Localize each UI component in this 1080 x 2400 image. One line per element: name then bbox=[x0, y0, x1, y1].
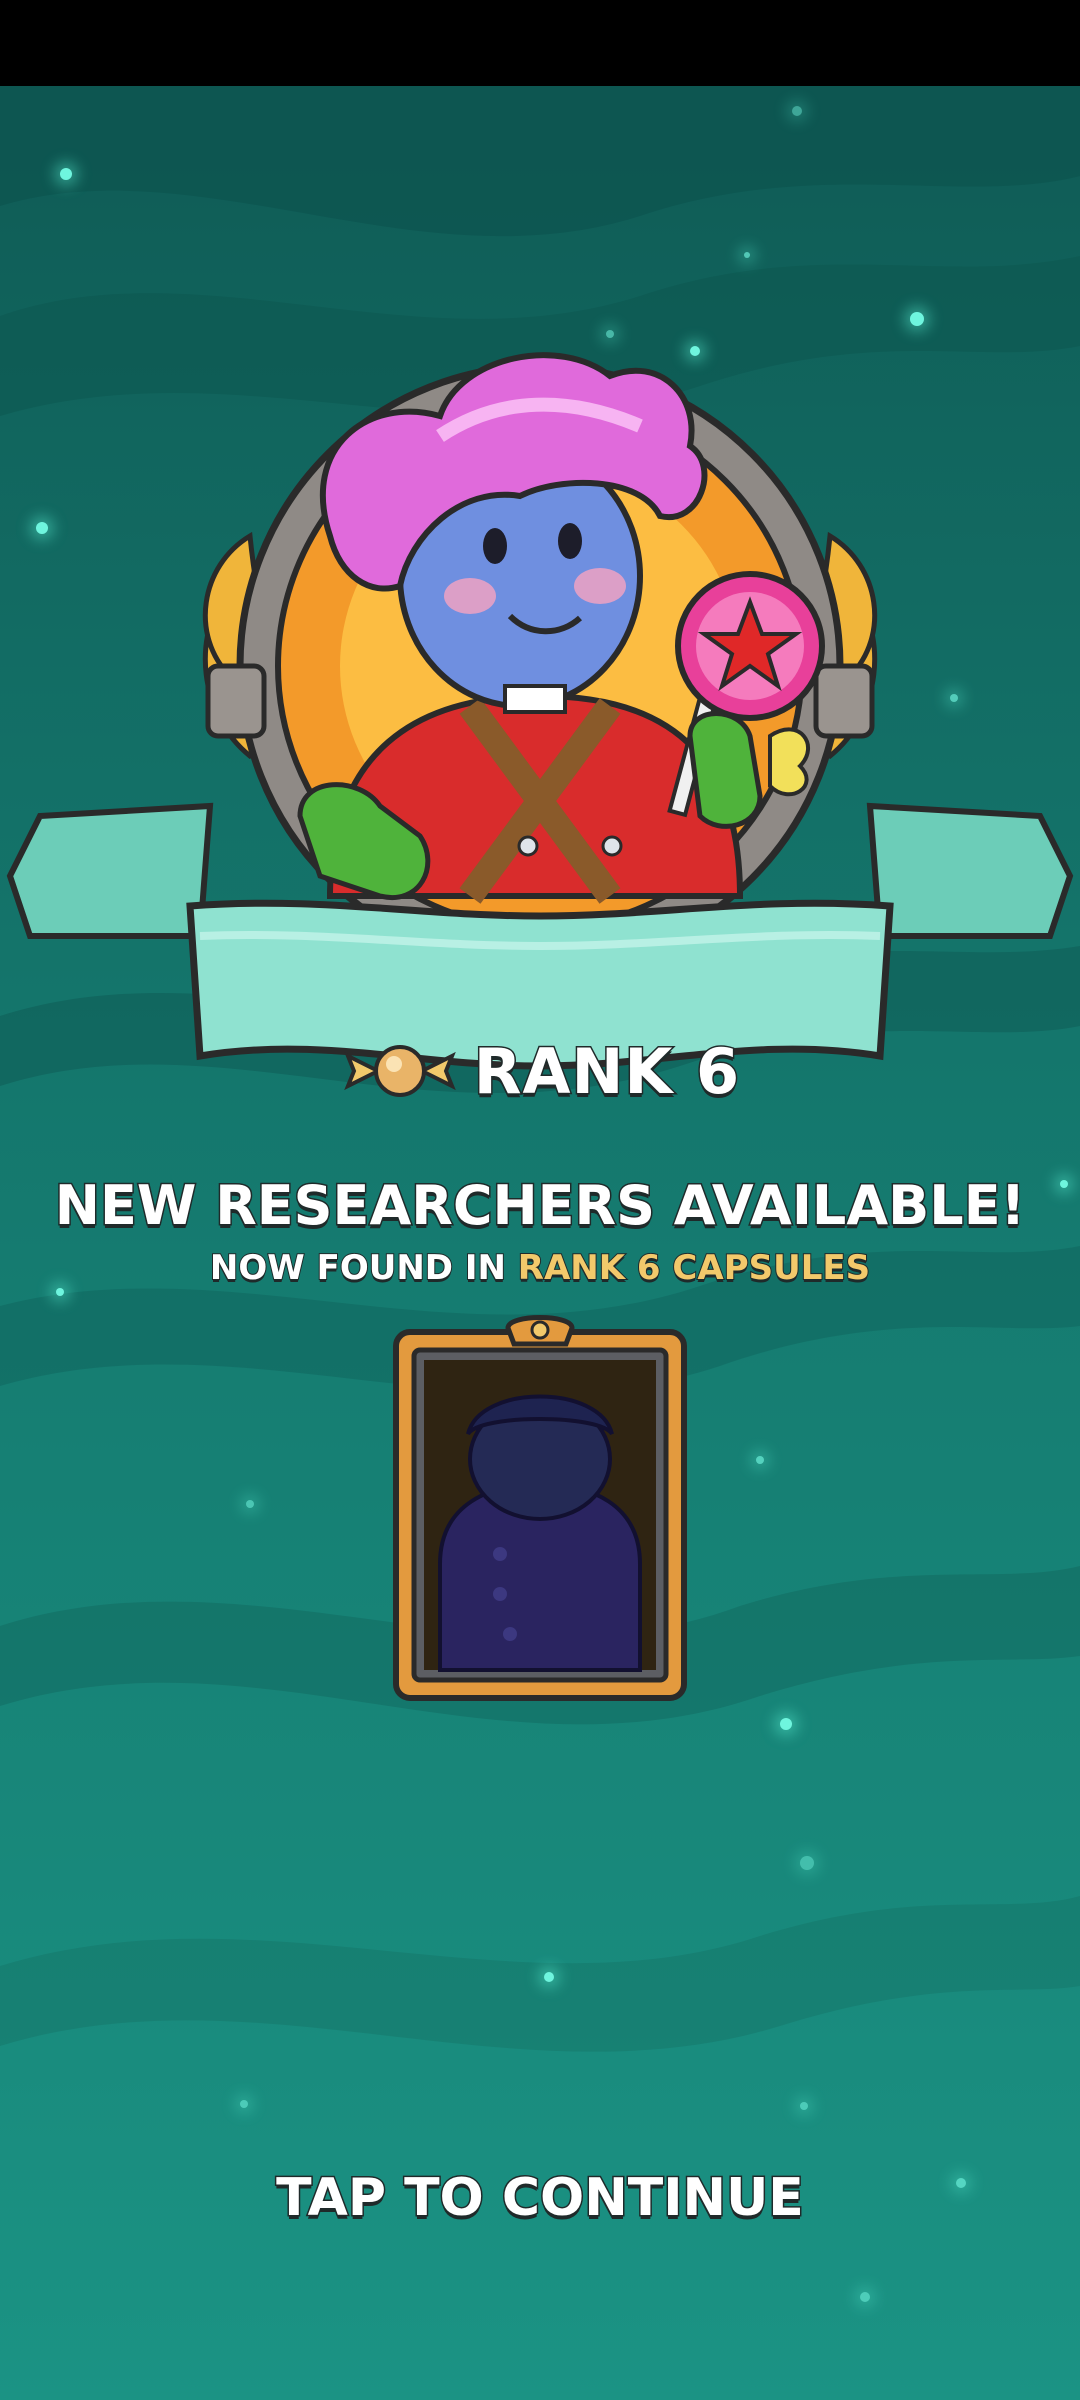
rank-up-screen[interactable]: RANK 6 NEW RESEARCHERS AVAILABLE! NOW FO… bbox=[0, 86, 1080, 2400]
sparkle bbox=[544, 1972, 554, 1982]
sparkle bbox=[910, 312, 924, 326]
subline-prefix: NOW FOUND IN bbox=[209, 1247, 518, 1289]
candy-icon bbox=[343, 1045, 456, 1097]
tap-to-continue[interactable]: TAP TO CONTINUE bbox=[0, 2167, 1080, 2230]
rank-title: RANK 6 bbox=[0, 1026, 1080, 1116]
sparkle bbox=[744, 252, 750, 258]
sparkle bbox=[860, 2292, 870, 2302]
rank-label: RANK 6 bbox=[472, 1033, 741, 1109]
sparkle bbox=[60, 168, 72, 180]
subline-highlight: RANK 6 CAPSULES bbox=[517, 1247, 871, 1289]
researcher-card[interactable] bbox=[390, 1314, 690, 1704]
status-bar bbox=[0, 0, 1080, 86]
sparkle bbox=[246, 1500, 254, 1508]
sparkle bbox=[800, 1856, 814, 1870]
sparkle bbox=[780, 1718, 792, 1730]
sparkle bbox=[756, 1456, 764, 1464]
capsule-subline: NOW FOUND IN RANK 6 CAPSULES bbox=[0, 1247, 1080, 1289]
sparkle bbox=[800, 2102, 808, 2110]
new-researchers-headline: NEW RESEARCHERS AVAILABLE! bbox=[53, 1173, 1026, 1239]
sparkle bbox=[792, 106, 802, 116]
sparkle bbox=[240, 2100, 248, 2108]
sparkle bbox=[56, 1288, 64, 1296]
